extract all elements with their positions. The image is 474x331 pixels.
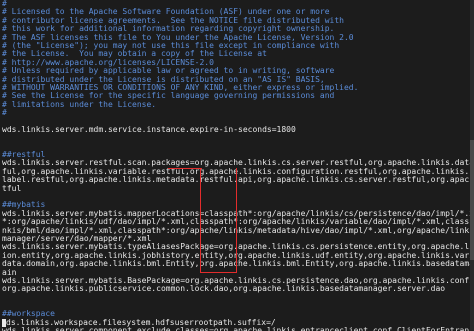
terminal-window[interactable]: # # Licensed to the Apache Software Found… xyxy=(0,0,474,331)
line-text: wds.linkis.server.component.exclude.clas… xyxy=(2,326,474,331)
line-text: data.domain,org.apache.linkis.bml.Entity… xyxy=(2,259,474,269)
annotation-box-left xyxy=(200,168,201,272)
scrollbar-thumb[interactable] xyxy=(470,140,474,260)
config-line: data.domain,org.apache.linkis.bml.Entity… xyxy=(2,259,474,269)
line-text: org.apache.linkis.publicservice.common.l… xyxy=(2,284,446,294)
comment-line: # xyxy=(2,108,474,118)
config-line: wds.linkis.server.mdm.service.instance.e… xyxy=(2,124,474,134)
line-text: tful xyxy=(2,183,22,193)
line-text: label.restful,org.apache.linkis.metadata… xyxy=(2,175,474,185)
annotation-box-top xyxy=(168,168,202,169)
line-text: # xyxy=(2,108,7,118)
comment-line: # limitations under the License. xyxy=(2,99,474,109)
annotation-box-bottom xyxy=(200,272,237,273)
config-line: tful xyxy=(2,183,474,193)
config-line: org.apache.linkis.publicservice.common.l… xyxy=(2,285,474,293)
line-text: # limitations under the License. xyxy=(2,99,157,109)
annotation-box-right xyxy=(236,168,237,272)
config-line: label.restful,org.apache.linkis.metadata… xyxy=(2,176,474,184)
line-text: wds.linkis.server.mdm.service.instance.e… xyxy=(2,124,296,134)
config-line: wds.linkis.server.component.exclude.clas… xyxy=(2,327,474,331)
config-file-content[interactable]: # # Licensed to the Apache Software Found… xyxy=(2,0,474,331)
vertical-scrollbar[interactable] xyxy=(470,0,474,331)
